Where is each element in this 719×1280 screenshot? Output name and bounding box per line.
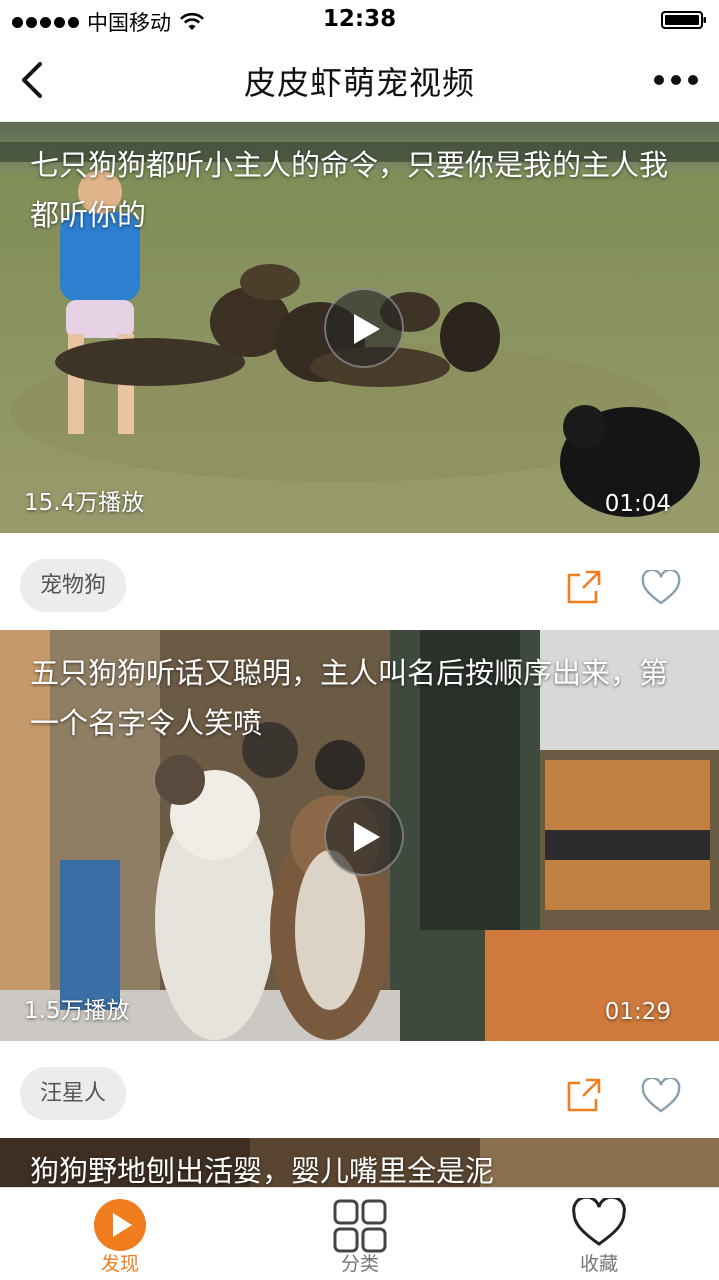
play-count: 15.4万播放 <box>24 483 144 517</box>
tab-label: 分类 <box>240 1249 480 1276</box>
play-icon <box>352 312 382 346</box>
share-icon[interactable] <box>566 569 602 605</box>
video-meta-row: 宠物狗 <box>0 533 719 630</box>
favorite-heart-icon[interactable] <box>641 1078 681 1114</box>
video-title: 七只狗狗都听小主人的命令，只要你是我的主人我都听你的 <box>30 140 689 240</box>
page-title: 皮皮虾萌宠视频 <box>0 58 719 104</box>
video-duration: 01:29 <box>605 999 671 1025</box>
play-button[interactable] <box>324 288 404 368</box>
category-tag[interactable]: 汪星人 <box>20 1067 126 1120</box>
play-circle-icon <box>93 1198 147 1252</box>
bottom-tab-bar: 发现 分类 收藏 <box>0 1187 719 1279</box>
play-count: 1.5万播放 <box>24 991 130 1025</box>
video-feed: 七只狗狗都听小主人的命令，只要你是我的主人我都听你的 15.4万播放 01:04… <box>0 122 719 1198</box>
tab-label: 发现 <box>0 1249 240 1276</box>
more-options-icon[interactable] <box>653 70 699 90</box>
tab-discover[interactable]: 发现 <box>0 1188 240 1280</box>
video-card[interactable]: 七只狗狗都听小主人的命令，只要你是我的主人我都听你的 15.4万播放 01:04 <box>0 122 719 533</box>
play-button[interactable] <box>324 796 404 876</box>
tab-favorites[interactable]: 收藏 <box>479 1188 719 1280</box>
grid-icon <box>332 1198 388 1254</box>
video-duration: 01:04 <box>605 491 671 517</box>
nav-bar: 皮皮虾萌宠视频 <box>0 40 719 122</box>
category-tag[interactable]: 宠物狗 <box>20 559 126 612</box>
share-icon[interactable] <box>566 1077 602 1113</box>
favorite-heart-icon[interactable] <box>641 570 681 606</box>
video-meta-row: 汪星人 <box>0 1041 719 1138</box>
heart-icon <box>571 1198 627 1248</box>
video-card[interactable]: 五只狗狗听话又聪明，主人叫名后按顺序出来，第一个名字令人笑喷 1.5万播放 01… <box>0 630 719 1041</box>
play-icon <box>352 820 382 854</box>
video-title: 五只狗狗听话又聪明，主人叫名后按顺序出来，第一个名字令人笑喷 <box>30 648 689 748</box>
status-time: 12:38 <box>0 6 719 32</box>
tab-label: 收藏 <box>479 1249 719 1276</box>
tab-category[interactable]: 分类 <box>240 1188 480 1280</box>
battery-icon <box>661 11 707 29</box>
status-bar: 中国移动 12:38 <box>0 0 719 40</box>
